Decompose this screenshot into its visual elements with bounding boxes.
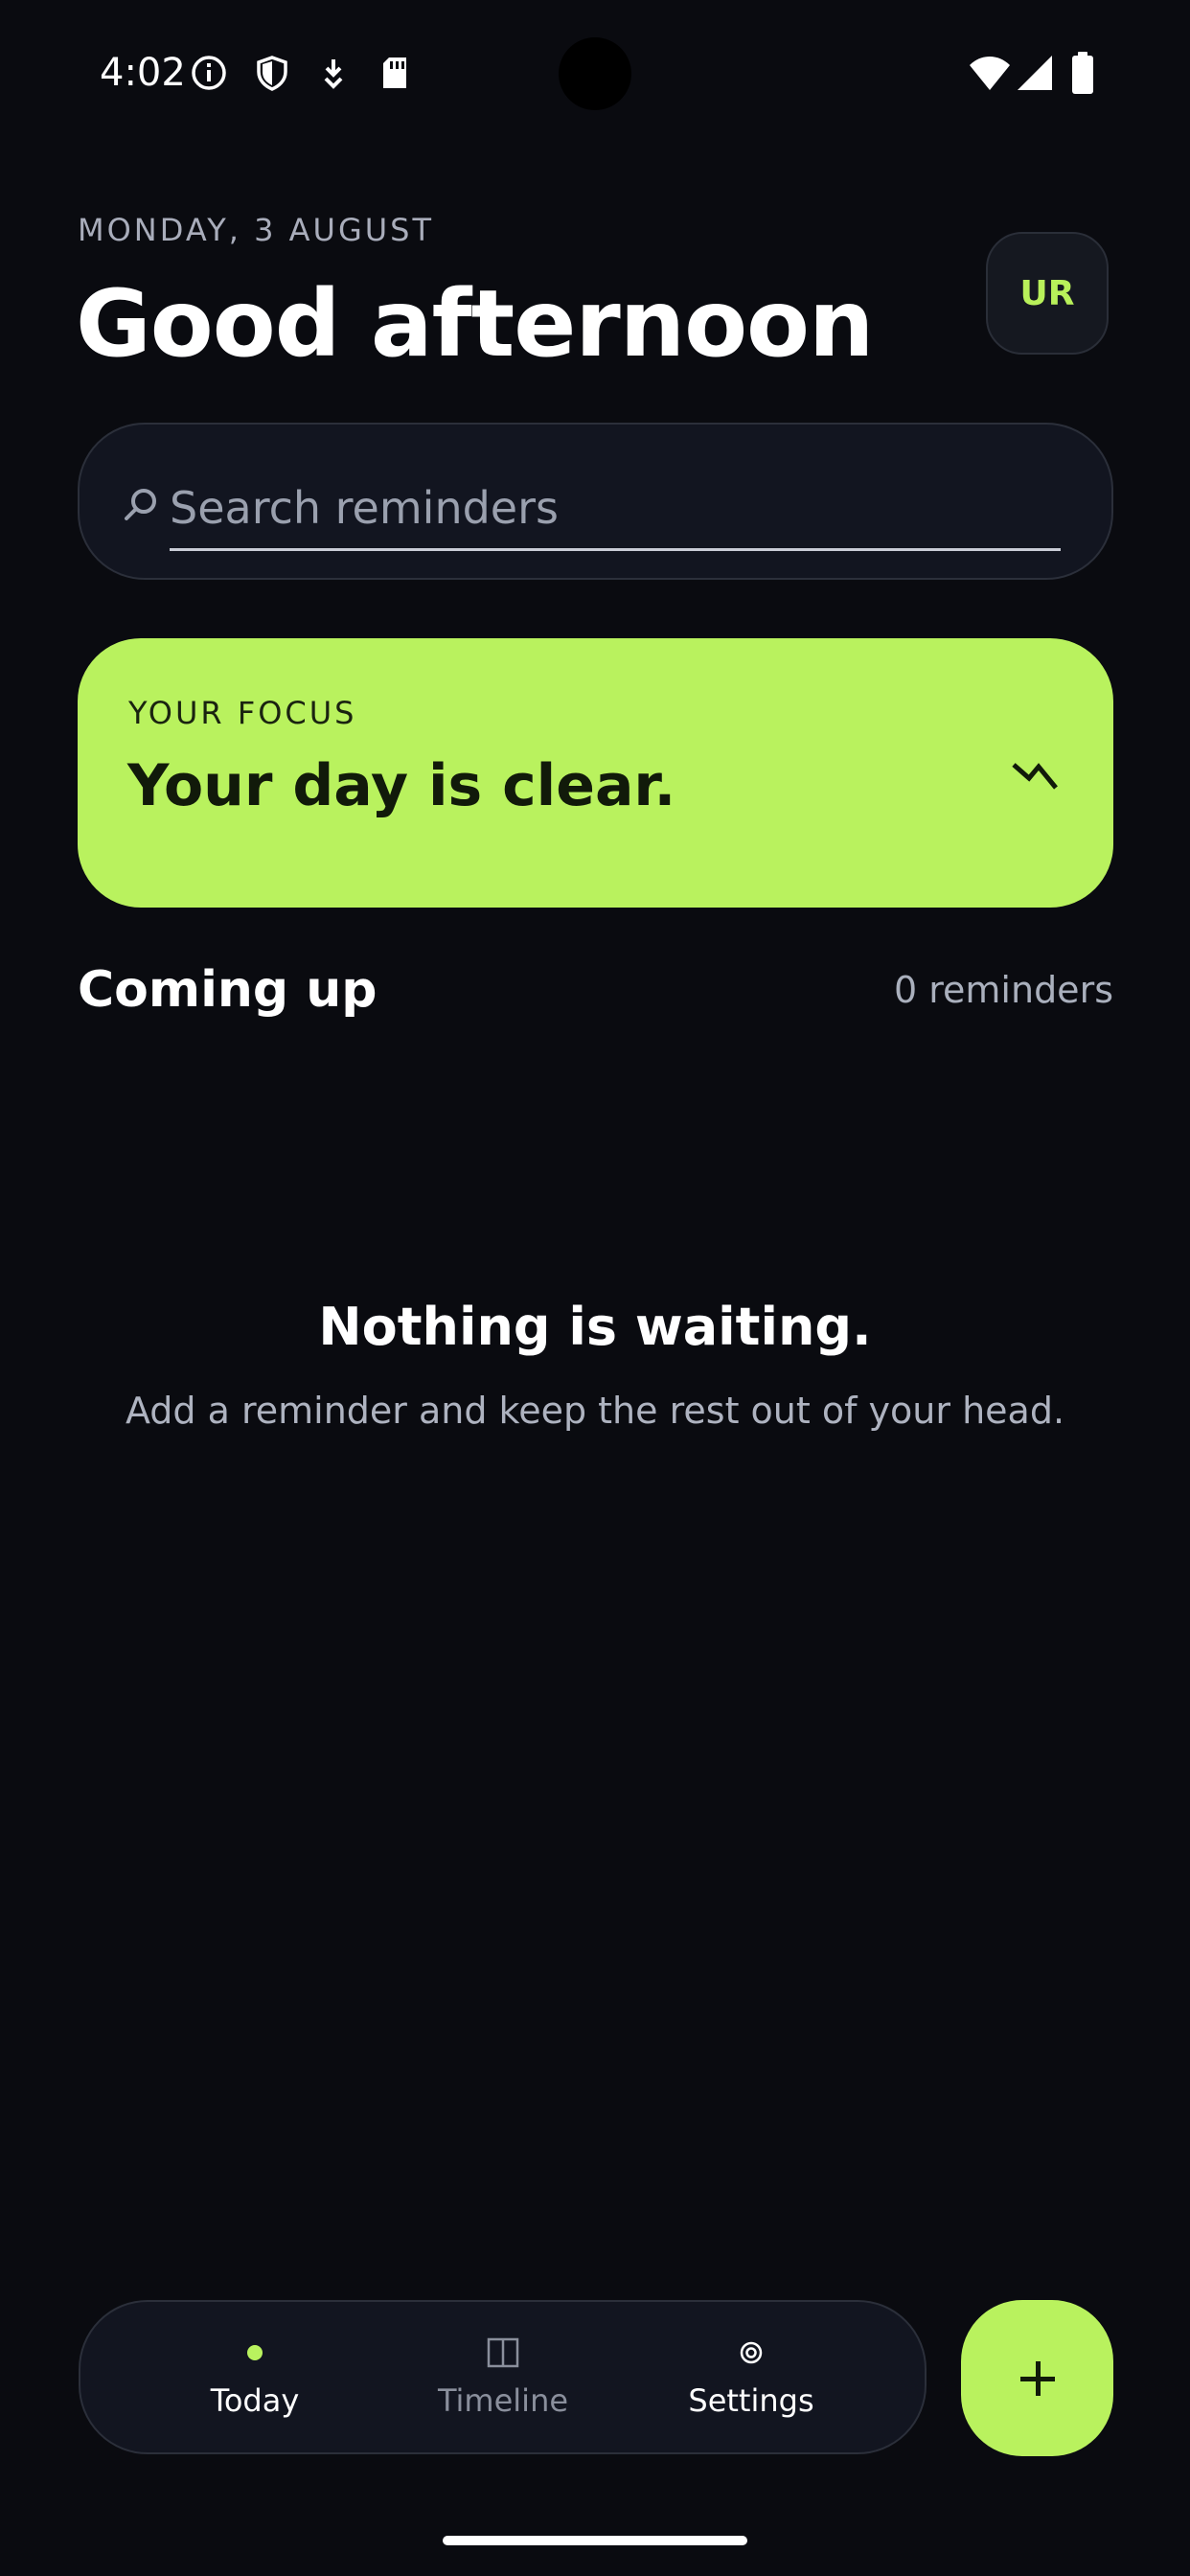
nav-label-today: Today <box>210 2382 300 2419</box>
add-reminder-button[interactable] <box>961 2300 1113 2456</box>
bolt-icon <box>1012 763 1058 790</box>
dot-indicator <box>247 2332 263 2374</box>
focus-label: YOUR FOCUS <box>128 695 357 731</box>
sd-card-icon <box>383 58 406 88</box>
nav-label-timeline: Timeline <box>437 2382 569 2419</box>
camera-cutout <box>559 37 631 110</box>
status-time: 4:02 <box>100 51 186 95</box>
settings-icon <box>740 2341 763 2364</box>
greeting-title: Good afternoon <box>76 270 874 378</box>
nav-label-settings: Settings <box>688 2382 814 2419</box>
plus-icon <box>1019 2360 1055 2396</box>
wifi-icon <box>970 57 1010 90</box>
focus-title: Your day is clear. <box>127 752 676 819</box>
status-bar: 4:02 <box>0 0 1190 146</box>
search-underline <box>170 548 1061 551</box>
empty-state-subtitle: Add a reminder and keep the rest out of … <box>125 1390 1065 1432</box>
date-label: MONDAY, 3 AUGUST <box>78 212 435 248</box>
avatar[interactable]: UR <box>986 232 1109 355</box>
download-icon <box>324 59 343 89</box>
shield-icon <box>257 56 287 91</box>
battery-icon <box>1072 52 1093 94</box>
nav-item-timeline[interactable]: Timeline <box>407 2310 599 2444</box>
info-icon <box>192 56 226 90</box>
empty-state-title: Nothing is waiting. <box>318 1297 872 1357</box>
search-icon <box>125 489 156 520</box>
nav-item-today[interactable]: Today <box>159 2310 351 2444</box>
signal-icon <box>1018 56 1052 90</box>
search-input[interactable] <box>170 468 1061 548</box>
avatar-initials: UR <box>1019 273 1075 313</box>
home-indicator[interactable] <box>443 2536 747 2545</box>
reminder-count: 0 reminders <box>893 969 1113 1011</box>
timeline-icon <box>487 2337 519 2368</box>
coming-up-heading: Coming up <box>78 961 378 1019</box>
nav-item-settings[interactable]: Settings <box>655 2310 847 2444</box>
